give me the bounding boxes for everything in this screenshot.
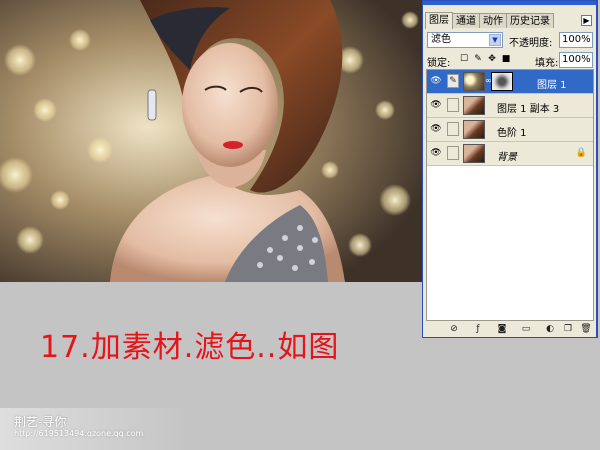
photo-canvas [0,0,422,282]
step-caption: 17.加素材.滤色..如图 [40,330,340,365]
link-icon[interactable]: ⊘ [448,324,460,335]
lock-all-icon[interactable]: ■ [501,54,511,64]
lock-icon: 🔒 [575,148,587,158]
layer-row-levels-1[interactable]: 👁 色阶 1 [427,118,593,142]
palette-menu-arrow-icon[interactable]: ▶ [581,15,592,26]
layer-thumbnail [463,144,485,163]
blend-mode-value: 滤色 [431,34,451,45]
fill-input[interactable]: 100% [559,52,593,68]
layer-name: 图层 1 [537,80,567,91]
adjustment-icon[interactable]: ◐ [544,324,556,335]
link-box[interactable] [447,146,459,160]
lock-transparency-icon[interactable]: ☐ [459,54,469,64]
opacity-input[interactable]: 100% [559,32,593,48]
lock-pixels-icon[interactable]: ✎ [473,54,483,64]
eye-icon[interactable]: 👁 [430,100,442,111]
eye-icon[interactable]: 👁 [430,148,442,159]
link-box[interactable] [447,98,459,112]
blend-mode-select[interactable]: 滤色 ▼ [427,32,503,48]
palette-title-bar [423,1,596,5]
palette-tabs: 图层 通道 动作 历史记录 [425,12,554,29]
tab-layers[interactable]: 图层 [425,12,453,29]
new-layer-icon[interactable]: ❐ [562,324,574,335]
layer-thumbnail [463,120,485,139]
eye-icon[interactable]: 👁 [430,124,442,135]
layer-row-layer-1-copy-3[interactable]: 👁 图层 1 副本 3 [427,94,593,118]
layer-name: 背景 [497,152,517,163]
layer-thumbnail [463,96,485,115]
lock-row: 锁定: ☐ ✎ ✥ ■ 填充: 100% [427,52,595,69]
lock-position-icon[interactable]: ✥ [487,54,497,64]
fill-label: 填充: [535,58,559,69]
chevron-down-icon[interactable]: ▼ [489,34,501,46]
palette-bottom-bar: ⊘ ƒ ◙ ▭ ◐ ❐ 🗑 [426,323,594,337]
layer-row-background[interactable]: 👁 背景 🔒 [427,142,593,166]
tab-actions[interactable]: 动作 [479,13,507,28]
layer-name: 图层 1 副本 3 [497,104,560,115]
layer-list: 👁 ✎ ∞ 图层 1 👁 图层 1 副本 3 👁 色阶 1 👁 背景 🔒 [426,69,594,321]
mask-icon[interactable]: ◙ [496,324,508,335]
link-box[interactable] [447,122,459,136]
trash-icon[interactable]: 🗑 [580,324,592,335]
lock-label: 锁定: [427,58,451,69]
tab-history[interactable]: 历史记录 [506,13,554,28]
opacity-label: 不透明度: [509,38,553,49]
layer-name: 色阶 1 [497,128,527,139]
tab-channels[interactable]: 通道 [452,13,480,28]
layer-mask-thumbnail[interactable] [491,72,513,91]
blend-row: 滤色 ▼ 不透明度: 100% [427,32,595,50]
layer-style-icon[interactable]: ƒ [472,324,484,335]
folder-icon[interactable]: ▭ [520,324,532,335]
watermark-title: 荆艺-寻你 [14,415,67,429]
eye-icon[interactable]: 👁 [430,76,442,87]
brush-icon[interactable]: ✎ [447,74,459,88]
layer-row-layer-1[interactable]: 👁 ✎ ∞ 图层 1 [427,70,593,94]
watermark-url: http://619513494.qzone.qq.com [14,429,144,438]
layers-palette: 图层 通道 动作 历史记录 ▶ 滤色 ▼ 不透明度: 100% 锁定: ☐ ✎ … [422,0,598,338]
layer-thumbnail [463,72,485,91]
